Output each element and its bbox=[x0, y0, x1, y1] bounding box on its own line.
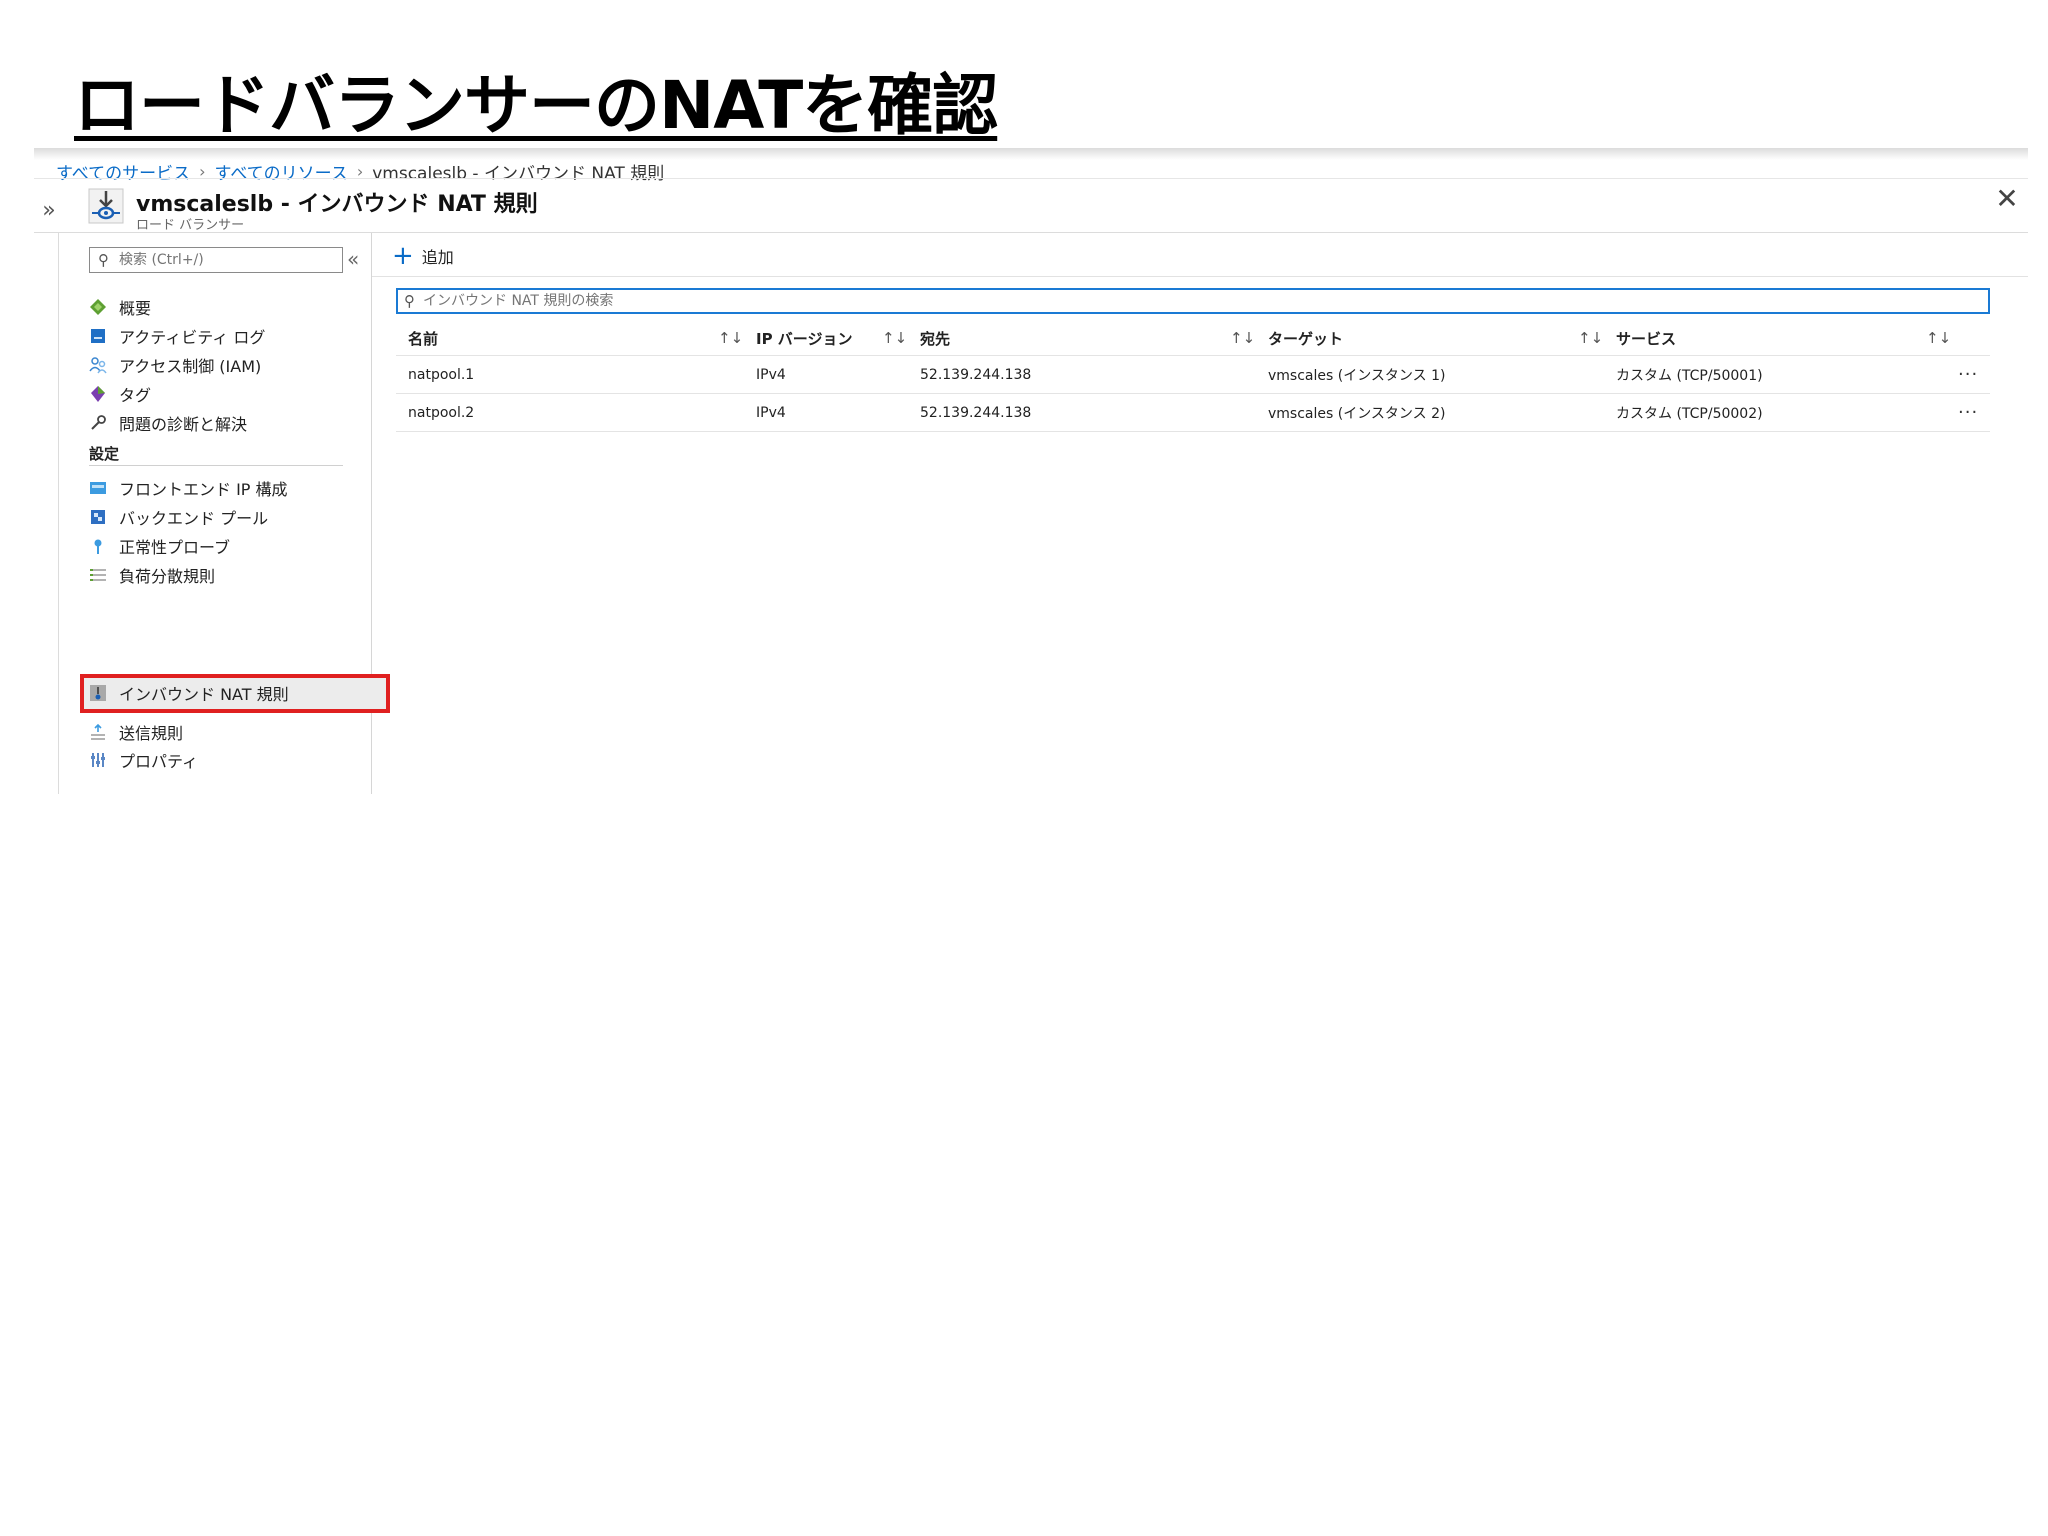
menu-item-label: プロパティ bbox=[119, 752, 199, 771]
menu-item-lb-rules[interactable]: 負荷分散規則 bbox=[87, 558, 337, 592]
search-icon: ⚲ bbox=[98, 251, 109, 269]
column-header-service[interactable]: サービス bbox=[1616, 321, 1676, 355]
cell-service: カスタム (TCP/50001) bbox=[1616, 367, 1763, 384]
table-search-box[interactable]: ⚲ bbox=[396, 288, 1990, 314]
menu-item-label: 概要 bbox=[119, 299, 152, 318]
cell-name[interactable]: natpool.1 bbox=[408, 356, 474, 393]
divider bbox=[89, 465, 343, 466]
iam-icon bbox=[87, 354, 109, 376]
more-options-icon[interactable]: ··· bbox=[1958, 394, 1978, 431]
column-header-ip-version[interactable]: IP バージョン bbox=[756, 321, 853, 355]
menu-item-properties[interactable]: プロパティ bbox=[87, 743, 337, 777]
chevron-double-right-icon[interactable]: » bbox=[38, 198, 60, 223]
content-pane: + 追加 ⚲ 名前 ↑↓ IP バージョン ↑↓ 宛先 ↑↓ ターゲット ↑↓ … bbox=[372, 233, 2028, 794]
lb-rules-icon bbox=[87, 564, 109, 586]
breadcrumb: すべてのサービス › すべてのリソース › vmscaleslb - インバウン… bbox=[56, 158, 664, 184]
menu-item-label: 正常性プローブ bbox=[119, 538, 231, 557]
tag-icon bbox=[87, 383, 109, 405]
sort-icon[interactable]: ↑↓ bbox=[882, 321, 907, 355]
menu-item-label: アクセス制御 (IAM) bbox=[119, 357, 262, 376]
menu-item-label: インバウンド NAT 規則 bbox=[119, 685, 289, 704]
menu-item-diagnose[interactable]: 問題の診断と解決 bbox=[87, 406, 337, 440]
menu-item-label: 問題の診断と解決 bbox=[119, 415, 248, 434]
column-header-destination[interactable]: 宛先 bbox=[920, 321, 950, 355]
cell-destination: 52.139.244.138 bbox=[920, 366, 1032, 383]
section-label-settings: 設定 bbox=[89, 445, 120, 463]
menu-item-label: フロントエンド IP 構成 bbox=[119, 480, 288, 499]
table-row[interactable]: natpool.1 IPv4 52.139.244.138 vmscales (… bbox=[396, 356, 1990, 394]
cell-service: カスタム (TCP/50002) bbox=[1616, 405, 1763, 422]
table-search-input[interactable] bbox=[421, 292, 1965, 310]
cell-target: vmscales (インスタンス 2) bbox=[1268, 405, 1446, 422]
divider bbox=[34, 178, 2028, 179]
sort-icon[interactable]: ↑↓ bbox=[1230, 321, 1255, 355]
column-header-name[interactable]: 名前 bbox=[408, 321, 438, 355]
activity-log-icon bbox=[87, 325, 109, 347]
resource-menu: ⚲ « 概要 アクティビティ ログ アクセス制御 (IAM) タ bbox=[59, 233, 390, 794]
cell-ip-version: IPv4 bbox=[756, 404, 786, 421]
table-row[interactable]: natpool.2 IPv4 52.139.244.138 vmscales (… bbox=[396, 394, 1990, 432]
more-options-icon[interactable]: ··· bbox=[1958, 356, 1978, 393]
slide-title: ロードバランサーのNATを確認 bbox=[74, 67, 998, 144]
search-icon: ⚲ bbox=[404, 292, 415, 310]
add-button-label: 追加 bbox=[421, 248, 454, 267]
health-probe-icon bbox=[87, 535, 109, 557]
divider bbox=[372, 276, 2028, 277]
menu-search-input[interactable] bbox=[117, 251, 331, 269]
cell-name[interactable]: natpool.2 bbox=[408, 394, 474, 431]
inbound-nat-icon bbox=[87, 682, 109, 704]
menu-search-box[interactable]: ⚲ bbox=[89, 247, 343, 273]
cell-target: vmscales (インスタンス 1) bbox=[1268, 367, 1446, 384]
column-header-target[interactable]: ターゲット bbox=[1268, 321, 1343, 355]
sort-icon[interactable]: ↑↓ bbox=[1578, 321, 1603, 355]
plus-icon: + bbox=[392, 241, 414, 271]
properties-icon bbox=[87, 749, 109, 771]
table-header: 名前 ↑↓ IP バージョン ↑↓ 宛先 ↑↓ ターゲット ↑↓ サービス ↑↓ bbox=[396, 321, 1990, 356]
menu-item-label: 負荷分散規則 bbox=[119, 567, 216, 586]
backend-pool-icon bbox=[87, 506, 109, 528]
menu-item-label: アクティビティ ログ bbox=[119, 328, 266, 347]
resource-type: ロード バランサー bbox=[136, 218, 245, 233]
sort-icon[interactable]: ↑↓ bbox=[718, 321, 743, 355]
menu-item-inbound-nat[interactable]: インバウンド NAT 規則 bbox=[87, 676, 337, 710]
cell-ip-version: IPv4 bbox=[756, 366, 786, 383]
breadcrumb-all-services[interactable]: すべてのサービス bbox=[56, 159, 190, 184]
load-balancer-icon bbox=[88, 188, 124, 224]
sort-icon[interactable]: ↑↓ bbox=[1926, 321, 1951, 355]
outbound-rules-icon bbox=[87, 721, 109, 743]
breadcrumb-current: vmscaleslb - インバウンド NAT 規則 bbox=[372, 163, 665, 184]
menu-item-label: 送信規則 bbox=[119, 724, 184, 743]
cell-destination: 52.139.244.138 bbox=[920, 404, 1032, 421]
breadcrumb-all-resources[interactable]: すべてのリソース bbox=[215, 159, 348, 184]
collapse-menu-icon[interactable]: « bbox=[347, 247, 369, 271]
menu-item-label: バックエンド プール bbox=[119, 509, 269, 528]
frontend-ip-icon bbox=[87, 477, 109, 499]
overview-icon bbox=[87, 296, 109, 318]
add-button[interactable]: + 追加 bbox=[392, 243, 454, 269]
portal-screenshot: すべてのサービス › すべてのリソース › vmscaleslb - インバウン… bbox=[34, 148, 2028, 794]
wrench-icon bbox=[87, 412, 109, 434]
menu-item-label: タグ bbox=[119, 386, 152, 405]
close-icon[interactable]: ✕ bbox=[1992, 184, 2022, 214]
